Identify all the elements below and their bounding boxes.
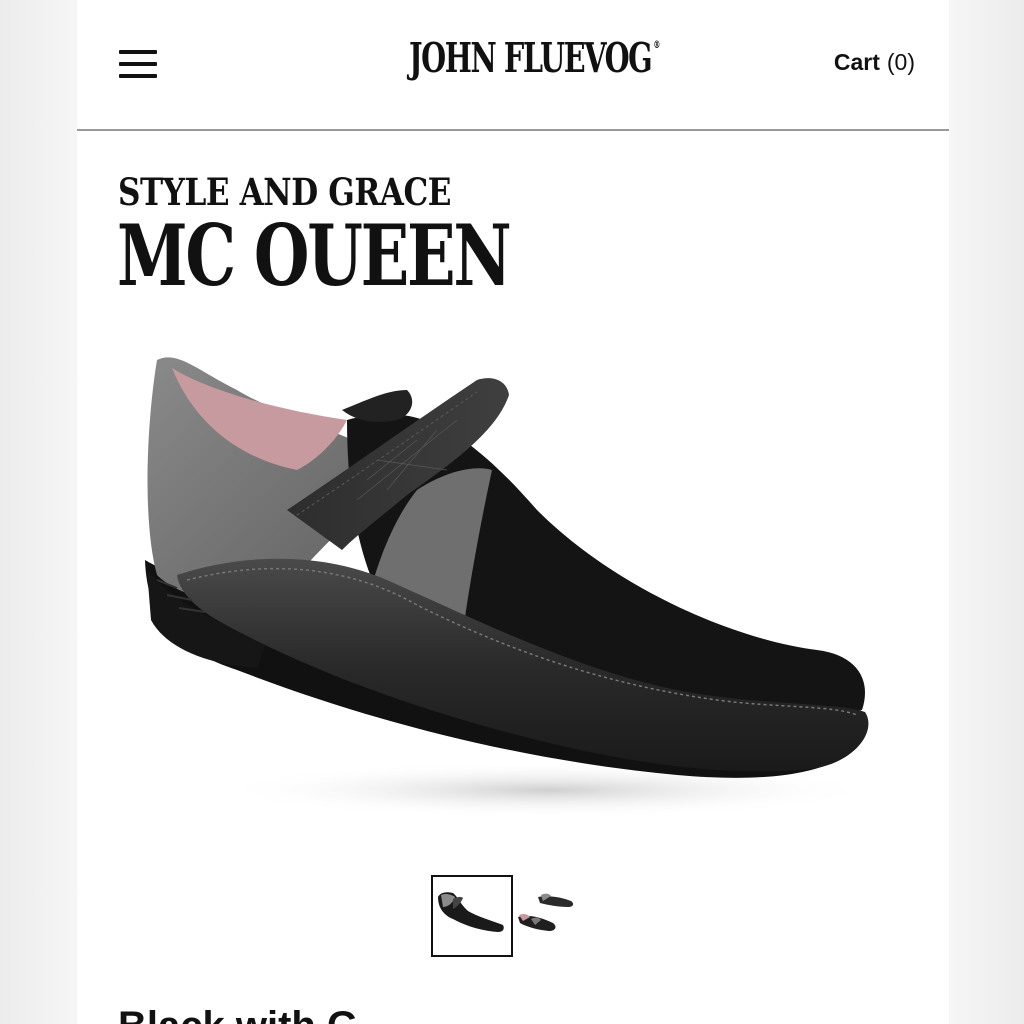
shoe-pair-thumbnail-icon <box>518 893 574 931</box>
thumbnail-pair-view[interactable] <box>513 877 591 955</box>
site-header: JOHN FLUEVOG ® Cart (0) <box>77 0 949 131</box>
product-subheading: Black with G <box>118 1004 358 1024</box>
shoe-thumbnail-icon <box>438 892 504 932</box>
left-margin <box>0 0 77 1024</box>
product-page: JOHN FLUEVOG ® Cart (0) STYLE AND GRACE MC… <box>77 0 949 1024</box>
hamburger-menu-icon[interactable] <box>119 48 157 80</box>
logo-text: JOHN FLUEVOG <box>409 34 653 82</box>
cart-label: Cart <box>833 49 880 75</box>
registered-mark: ® <box>653 40 661 51</box>
thumbnail-side-view[interactable] <box>431 875 513 957</box>
right-margin <box>949 0 1024 1024</box>
cart-count: (0) <box>886 49 915 75</box>
brand-logo[interactable]: JOHN FLUEVOG ® <box>409 34 660 82</box>
cart-link[interactable]: Cart (0) <box>834 49 915 76</box>
product-title: MC OUEEN <box>117 206 512 305</box>
product-image[interactable] <box>117 320 917 840</box>
